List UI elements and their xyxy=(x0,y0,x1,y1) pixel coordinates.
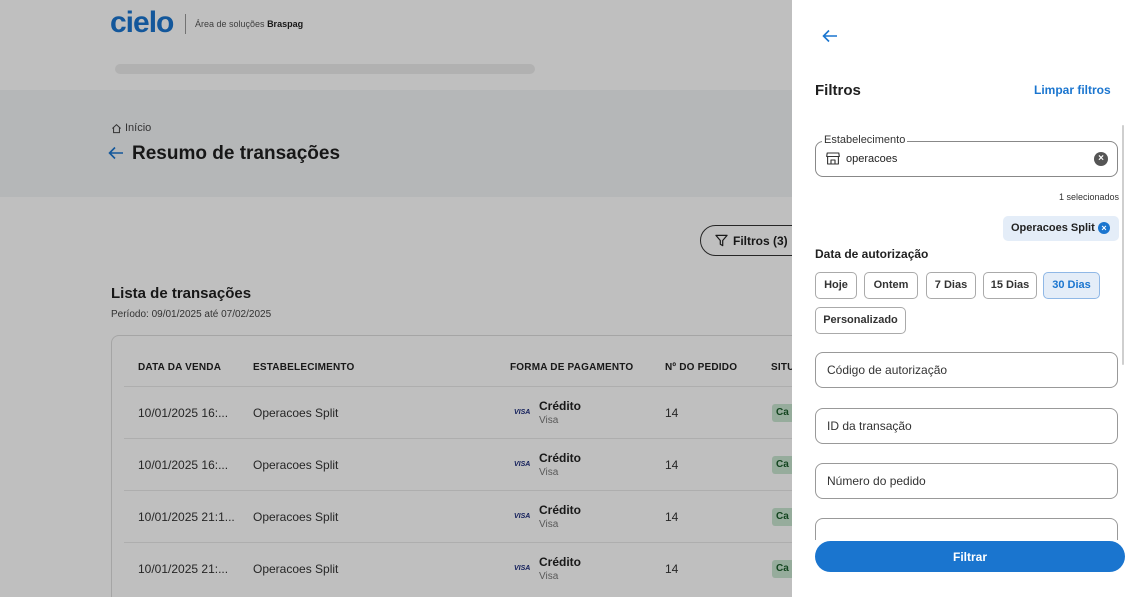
clear-filters-link[interactable]: Limpar filtros xyxy=(1034,83,1111,97)
auth-date-label: Data de autorização xyxy=(815,247,929,261)
date-option-30-dias[interactable]: 30 Dias xyxy=(1043,272,1100,299)
establishment-field[interactable]: operacoes × xyxy=(815,141,1118,177)
establishment-value: operacoes xyxy=(846,153,898,165)
drawer-back-icon[interactable] xyxy=(822,27,838,48)
date-option-ontem[interactable]: Ontem xyxy=(864,272,918,299)
selected-chip-label: Operacoes Split xyxy=(1011,222,1095,234)
date-option-15-dias[interactable]: 15 Dias xyxy=(983,272,1037,299)
selected-establishment-chip[interactable]: Operacoes Split × xyxy=(1003,216,1119,241)
drawer-title: Filtros xyxy=(815,82,861,99)
remove-chip-icon[interactable]: × xyxy=(1098,222,1110,234)
next-field-partial[interactable] xyxy=(815,518,1118,540)
date-option-hoje[interactable]: Hoje xyxy=(815,272,857,299)
filters-drawer: Filtros Limpar filtros operacoes × Estab… xyxy=(792,0,1147,597)
transaction-id-input[interactable] xyxy=(815,408,1118,444)
date-option-7-dias[interactable]: 7 Dias xyxy=(926,272,976,299)
date-option-personalizado[interactable]: Personalizado xyxy=(815,307,906,334)
filter-submit-button[interactable]: Filtrar xyxy=(815,541,1125,572)
store-icon xyxy=(826,152,840,165)
establishment-label: Estabelecimento xyxy=(822,134,908,146)
auth-code-input[interactable] xyxy=(815,352,1118,388)
drawer-scrollbar[interactable] xyxy=(1122,125,1124,365)
clear-establishment-icon[interactable]: × xyxy=(1094,152,1108,166)
selected-count: 1 selecionados xyxy=(1058,192,1119,202)
order-number-input[interactable] xyxy=(815,463,1118,499)
